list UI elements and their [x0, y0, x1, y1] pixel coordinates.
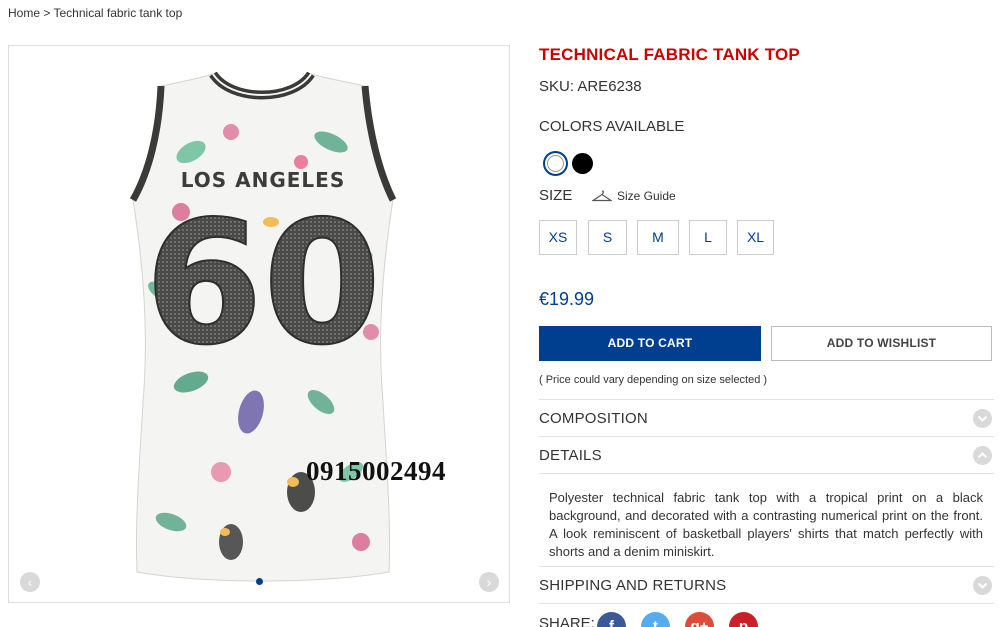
size-option-s[interactable]: S [588, 220, 627, 255]
phone-watermark: 0915002494 [306, 456, 446, 486]
google-plus-glyph: g+ [690, 618, 709, 627]
color-swatch-black[interactable] [572, 153, 593, 174]
chevron-down-icon[interactable] [973, 409, 992, 428]
price-note: ( Price could vary depending on size sel… [539, 374, 768, 386]
size-option-l[interactable]: L [689, 220, 727, 255]
chevron-right-icon[interactable]: › [479, 572, 499, 592]
size-guide-label: Size Guide [617, 189, 676, 203]
facebook-glyph: f [609, 618, 614, 627]
breadcrumb: Home > Technical fabric tank top [8, 6, 182, 20]
size-option-xl[interactable]: XL [737, 220, 774, 255]
product-sku: SKU: ARE6238 [539, 78, 642, 95]
size-guide-link[interactable]: Size Guide [592, 189, 676, 203]
details-label: DETAILS [539, 447, 602, 464]
chevron-up-icon[interactable] [973, 446, 992, 465]
shipping-label: SHIPPING AND RETURNS [539, 577, 727, 594]
gallery-indicator-dot[interactable] [256, 578, 263, 585]
breadcrumb-home-link[interactable]: Home [8, 6, 40, 20]
product-title: TECHNICAL FABRIC TANK TOP [539, 45, 800, 64]
shipping-divider [539, 603, 994, 604]
breadcrumb-separator: > [43, 6, 51, 20]
product-image[interactable]: LOS ANGELES 60 [121, 72, 405, 582]
google-plus-icon[interactable]: g+ [685, 612, 714, 627]
size-option-m[interactable]: M [637, 220, 679, 255]
details-text: Polyester technical fabric tank top with… [549, 490, 983, 559]
twitter-glyph: t [653, 618, 658, 627]
color-swatch-white[interactable] [543, 151, 568, 176]
colors-label: COLORS AVAILABLE [539, 118, 685, 135]
breadcrumb-current: Technical fabric tank top [53, 6, 183, 20]
add-to-cart-button[interactable]: ADD TO CART [539, 326, 761, 361]
product-gallery: LOS ANGELES 60 0915002494 ‹ › [8, 45, 510, 603]
accordion-details[interactable]: DETAILS [539, 436, 994, 474]
product-price: €19.99 [539, 289, 595, 309]
add-to-wishlist-button[interactable]: ADD TO WISHLIST [771, 326, 992, 361]
accordion-composition[interactable]: COMPOSITION [539, 399, 994, 437]
size-option-xs[interactable]: XS [539, 220, 577, 255]
composition-label: COMPOSITION [539, 410, 648, 427]
pinterest-glyph: p [738, 618, 749, 627]
print-number-text: 60 [145, 185, 382, 383]
chevron-down-icon[interactable] [973, 576, 992, 595]
chevron-left-icon[interactable]: ‹ [20, 572, 40, 592]
hanger-icon [592, 190, 612, 202]
share-label: SHARE: [539, 615, 595, 627]
size-label: SIZE [539, 187, 573, 204]
accordion-shipping[interactable]: SHIPPING AND RETURNS [539, 566, 994, 604]
facebook-icon[interactable]: f [597, 612, 626, 627]
details-divider [539, 473, 994, 474]
twitter-icon[interactable]: t [641, 612, 670, 627]
pinterest-icon[interactable]: p [729, 612, 758, 627]
